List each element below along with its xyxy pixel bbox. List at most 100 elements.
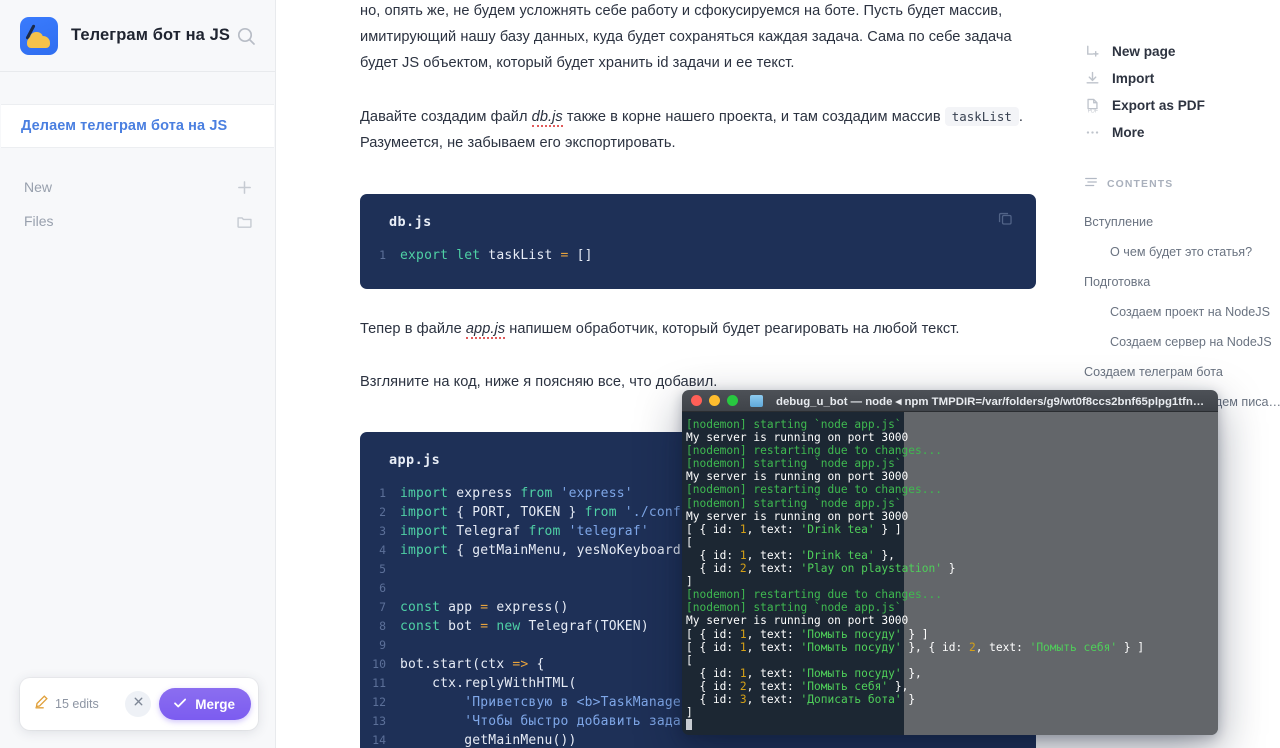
code-line-number: 6 [379, 581, 386, 595]
close-dot-icon[interactable] [691, 395, 702, 406]
paragraph-2-text-a: Давайте создадим файл [360, 109, 532, 125]
inline-code-tasklist: taskList [944, 107, 1019, 126]
terminal-output[interactable]: [nodemon] starting `node app.js` My serve… [682, 412, 1218, 735]
action-export-pdf[interactable]: PDF Export as PDF [1084, 92, 1264, 119]
terminal-line: { id: 1, text: 'Помыть посуду' }, [686, 666, 922, 680]
terminal-line: { id: 3, text: 'Дописать бота' } [686, 692, 916, 706]
action-export-pdf-label: Export as PDF [1112, 98, 1205, 113]
search-icon[interactable] [235, 25, 257, 47]
merge-button[interactable]: Merge [159, 688, 251, 720]
toc-item[interactable]: Создаем телеграм бота [1084, 357, 1264, 387]
code-line-number: 3 [379, 524, 386, 538]
terminal-line: My server is running on port 3000 [686, 431, 909, 445]
terminal-line: ] [686, 706, 693, 720]
terminal-cursor-line [686, 719, 1218, 732]
code-line-number: 7 [379, 600, 386, 614]
code-line-content: import { PORT, TOKEN } from './conf [400, 505, 681, 520]
action-more-label: More [1112, 125, 1145, 140]
terminal-line: [ { id: 1, text: 'Помыть посуду' }, { id… [686, 640, 1145, 654]
toc-item[interactable]: Вступление [1084, 207, 1264, 237]
paragraph-3-text-a: Тепер в файле [360, 321, 466, 337]
terminal-line: [nodemon] restarting due to changes... [686, 444, 942, 458]
code-line-content [400, 560, 408, 579]
terminal-line: [nodemon] starting `node app.js` [686, 496, 902, 510]
code-line-content [400, 636, 408, 655]
terminal-app-icon [750, 394, 763, 407]
code-line-number: 2 [379, 505, 386, 519]
action-import-label: Import [1112, 71, 1155, 86]
toc-item[interactable]: Создаем сервер на NodeJS [1084, 327, 1272, 357]
terminal-line: { id: 2, text: 'Помыть себя' }, [686, 679, 909, 693]
paragraph-3-text-b: напишем обработчик, который будет реагир… [505, 321, 960, 337]
plus-icon[interactable] [236, 179, 253, 196]
sidebar-item-new[interactable]: New [0, 170, 275, 204]
terminal-line: [ [686, 535, 693, 549]
pdf-icon: PDF [1084, 97, 1101, 114]
maximize-dot-icon[interactable] [727, 395, 738, 406]
code-line-content: import express from 'express' [400, 486, 633, 501]
code-line-content: 'Приветсвую в <b>TaskManage [400, 695, 681, 710]
code-line-number: 1 [379, 486, 386, 500]
terminal-line: My server is running on port 3000 [686, 614, 909, 628]
sidebar-item-new-label: New [24, 179, 53, 195]
terminal-window[interactable]: debug_u_bot — node ◂ npm TMPDIR=/var/fol… [682, 390, 1218, 735]
code-line-number: 1 [379, 248, 386, 262]
minimize-dot-icon[interactable] [709, 395, 720, 406]
terminal-line: [nodemon] starting `node app.js` [686, 457, 902, 471]
folder-icon[interactable] [236, 213, 253, 230]
copy-icon[interactable] [997, 210, 1014, 231]
code-line-number: 11 [372, 676, 386, 690]
new-page-icon [1084, 43, 1101, 60]
toc-item[interactable]: Создаем проект на NodeJS [1084, 297, 1270, 327]
code-line-number: 5 [379, 562, 386, 576]
sidebar-item-document[interactable]: Делаем телеграм бота на JS [1, 104, 274, 148]
terminal-cursor [686, 719, 692, 731]
workspace-title: Телеграм бот на JS [71, 26, 231, 44]
code-line-content: getMainMenu()) [400, 733, 577, 748]
code-line: 1 export let taskList = [] [360, 246, 1036, 265]
svg-text:PDF: PDF [1088, 108, 1098, 114]
edits-count-label: 15 edits [55, 697, 99, 711]
left-sidebar: Телеграм бот на JS Делаем телеграм бота … [0, 0, 276, 748]
merge-widget: 15 edits Merge [20, 678, 258, 730]
code-line-content: export let taskList = [] [400, 248, 593, 263]
code-line-content [400, 579, 408, 598]
code-block-db-js: db.js 1 export let taskList = [] [360, 194, 1036, 289]
terminal-line: [nodemon] starting `node app.js` [686, 601, 902, 615]
code-line-number: 4 [379, 543, 386, 557]
close-icon [132, 695, 145, 713]
paragraph-3: Тепер в файле app.js напишем обработчик,… [360, 316, 1036, 342]
code-line-content: bot.start(ctx => { [400, 657, 545, 672]
terminal-line: [ { id: 1, text: 'Drink tea' } ] [686, 522, 902, 536]
terminal-line: [nodemon] restarting due to changes... [686, 483, 942, 497]
terminal-line: { id: 1, text: 'Drink tea' }, [686, 548, 895, 562]
close-button[interactable] [125, 691, 152, 717]
code-line-content: import Telegraf from 'telegraf' [400, 524, 649, 539]
toc-item[interactable]: Подготовка [1084, 267, 1264, 297]
action-new-page[interactable]: New page [1084, 38, 1264, 65]
code-line-content: const app = express() [400, 600, 569, 615]
paragraph-3-filename: app.js [465, 321, 506, 339]
code-block-filename: db.js [389, 214, 432, 230]
terminal-line: { id: 2, text: 'Play on playstation' } [686, 562, 956, 576]
terminal-titlebar[interactable]: debug_u_bot — node ◂ npm TMPDIR=/var/fol… [682, 390, 1218, 412]
import-icon [1084, 70, 1101, 87]
action-more[interactable]: More [1084, 119, 1264, 146]
code-line-number: 9 [379, 638, 386, 652]
sidebar-item-files[interactable]: Files [0, 204, 275, 238]
code-line-number: 10 [372, 657, 386, 671]
code-line-number: 13 [372, 714, 386, 728]
contents-header-label: CONTENTS [1107, 179, 1174, 190]
paragraph-1: но, опять же, не будем усложнять себе ра… [360, 3, 1012, 71]
app-logo-icon [20, 16, 58, 55]
terminal-line: [nodemon] starting `node app.js` [686, 418, 902, 431]
action-import[interactable]: Import [1084, 65, 1264, 92]
code-line-number: 12 [372, 695, 386, 709]
paragraph-2: Давайте создадим файл db.js также в корн… [360, 104, 1036, 156]
toc-item[interactable]: О чем будет это статья? [1084, 237, 1264, 267]
terminal-line: ] [686, 575, 693, 589]
app-root: Телеграм бот на JS Делаем телеграм бота … [0, 0, 1280, 748]
paragraph-2-filename: db.js [531, 109, 563, 127]
merge-button-label: Merge [195, 696, 235, 712]
